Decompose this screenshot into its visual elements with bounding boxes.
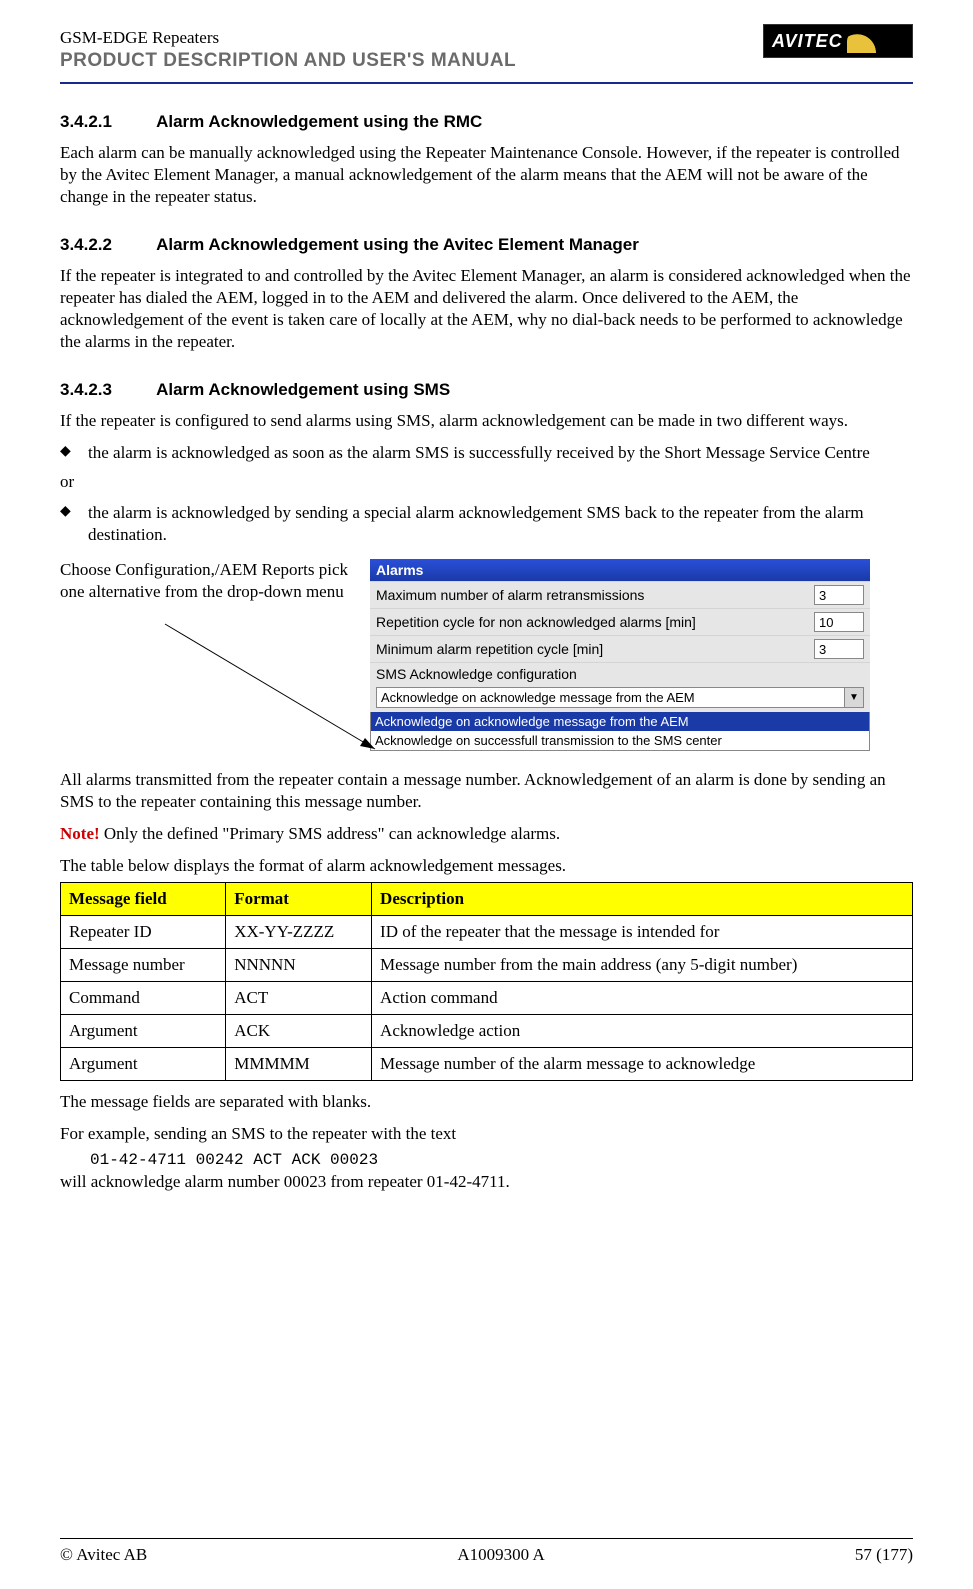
cell: Message number bbox=[61, 949, 226, 982]
repetition-cycle-input[interactable] bbox=[814, 612, 864, 632]
bullet-text: the alarm is acknowledged by sending a s… bbox=[88, 502, 913, 546]
paragraph: For example, sending an SMS to the repea… bbox=[60, 1123, 913, 1145]
col-header: Message field bbox=[61, 883, 226, 916]
min-repetition-input[interactable] bbox=[814, 639, 864, 659]
logo: AVITEC bbox=[763, 24, 913, 58]
table-row: Message number NNNNN Message number from… bbox=[61, 949, 913, 982]
config-row: Repetition cycle for non acknowledged al… bbox=[370, 608, 870, 635]
cell: Argument bbox=[61, 1015, 226, 1048]
cell: ID of the repeater that the message is i… bbox=[372, 916, 913, 949]
chevron-down-icon[interactable]: ▼ bbox=[845, 687, 864, 708]
code-example: 01-42-4711 00242 ACT ACK 00023 bbox=[90, 1151, 913, 1169]
cell: Argument bbox=[61, 1048, 226, 1081]
heading-title: Alarm Acknowledgement using the Avitec E… bbox=[156, 235, 639, 254]
select-option[interactable]: Acknowledge on successfull transmission … bbox=[371, 731, 869, 750]
paragraph: The table below displays the format of a… bbox=[60, 855, 913, 877]
config-row: Minimum alarm repetition cycle [min] bbox=[370, 635, 870, 662]
note-body: Only the defined "Primary SMS address" c… bbox=[100, 824, 561, 843]
footer-left: © Avitec AB bbox=[60, 1545, 147, 1565]
cell: Message number of the alarm message to a… bbox=[372, 1048, 913, 1081]
config-label: Maximum number of alarm retransmissions bbox=[376, 587, 814, 603]
heading-title: Alarm Acknowledgement using SMS bbox=[156, 380, 450, 399]
cell: XX-YY-ZZZZ bbox=[226, 916, 372, 949]
cell: Acknowledge action bbox=[372, 1015, 913, 1048]
bullet-item: ◆ the alarm is acknowledged as soon as t… bbox=[60, 442, 913, 464]
logo-text: AVITEC bbox=[772, 31, 843, 52]
or-separator: or bbox=[60, 472, 913, 492]
bullet-item: ◆ the alarm is acknowledged by sending a… bbox=[60, 502, 913, 546]
alarms-panel-figure: Alarms Maximum number of alarm retransmi… bbox=[370, 559, 870, 751]
panel-title: Alarms bbox=[370, 559, 870, 581]
footer-right: 57 (177) bbox=[855, 1545, 913, 1565]
cell: Action command bbox=[372, 982, 913, 1015]
arrow-icon bbox=[160, 619, 390, 779]
config-label: Minimum alarm repetition cycle [min] bbox=[376, 641, 814, 657]
heading-number: 3.4.2.3 bbox=[60, 380, 152, 400]
select-option[interactable]: Acknowledge on acknowledge message from … bbox=[371, 712, 869, 731]
cell: Command bbox=[61, 982, 226, 1015]
table-row: Command ACT Action command bbox=[61, 982, 913, 1015]
max-retransmissions-input[interactable] bbox=[814, 585, 864, 605]
footer-center: A1009300 A bbox=[457, 1545, 544, 1565]
bullet-icon: ◆ bbox=[60, 502, 88, 546]
cell: Message number from the main address (an… bbox=[372, 949, 913, 982]
paragraph: will acknowledge alarm number 00023 from… bbox=[60, 1171, 913, 1193]
logo-sun-icon bbox=[847, 29, 881, 53]
paragraph: Each alarm can be manually acknowledged … bbox=[60, 142, 913, 207]
select-value: Acknowledge on acknowledge message from … bbox=[376, 687, 845, 708]
heading-3-4-2-1: 3.4.2.1 Alarm Acknowledgement using the … bbox=[60, 112, 913, 132]
table-row: Argument MMMMM Message number of the ala… bbox=[61, 1048, 913, 1081]
page: AVITEC GSM-EDGE Repeaters PRODUCT DESCRI… bbox=[0, 0, 973, 1589]
config-label: Repetition cycle for non acknowledged al… bbox=[376, 614, 814, 630]
heading-3-4-2-2: 3.4.2.2 Alarm Acknowledgement using the … bbox=[60, 235, 913, 255]
table-row: Repeater ID XX-YY-ZZZZ ID of the repeate… bbox=[61, 916, 913, 949]
heading-title: Alarm Acknowledgement using the RMC bbox=[156, 112, 482, 131]
paragraph: If the repeater is integrated to and con… bbox=[60, 265, 913, 352]
select-options: Acknowledge on acknowledge message from … bbox=[370, 712, 870, 751]
paragraph: The message fields are separated with bl… bbox=[60, 1091, 913, 1113]
header-rule bbox=[60, 82, 913, 84]
cell: MMMMM bbox=[226, 1048, 372, 1081]
group-label: SMS Acknowledge configuration bbox=[370, 662, 870, 685]
figure-caption: Choose Configuration,/AEM Reports pick o… bbox=[60, 559, 370, 751]
ack-mode-select[interactable]: Acknowledge on acknowledge message from … bbox=[370, 685, 870, 712]
heading-number: 3.4.2.1 bbox=[60, 112, 152, 132]
col-header: Format bbox=[226, 883, 372, 916]
cell: NNNNN bbox=[226, 949, 372, 982]
note-line: Note! Only the defined "Primary SMS addr… bbox=[60, 823, 913, 845]
bullet-text: the alarm is acknowledged as soon as the… bbox=[88, 442, 913, 464]
table-header-row: Message field Format Description bbox=[61, 883, 913, 916]
cell: ACT bbox=[226, 982, 372, 1015]
cell: Repeater ID bbox=[61, 916, 226, 949]
heading-3-4-2-3: 3.4.2.3 Alarm Acknowledgement using SMS bbox=[60, 380, 913, 400]
col-header: Description bbox=[372, 883, 913, 916]
page-footer: © Avitec AB A1009300 A 57 (177) bbox=[60, 1538, 913, 1565]
paragraph: If the repeater is configured to send al… bbox=[60, 410, 913, 432]
cell: ACK bbox=[226, 1015, 372, 1048]
footer-rule bbox=[60, 1538, 913, 1539]
bullet-icon: ◆ bbox=[60, 442, 88, 464]
message-format-table: Message field Format Description Repeate… bbox=[60, 882, 913, 1081]
table-row: Argument ACK Acknowledge action bbox=[61, 1015, 913, 1048]
note-label: Note! bbox=[60, 824, 100, 843]
heading-number: 3.4.2.2 bbox=[60, 235, 152, 255]
caption-text: Choose Configuration,/AEM Reports pick o… bbox=[60, 560, 348, 601]
config-row: Maximum number of alarm retransmissions bbox=[370, 581, 870, 608]
